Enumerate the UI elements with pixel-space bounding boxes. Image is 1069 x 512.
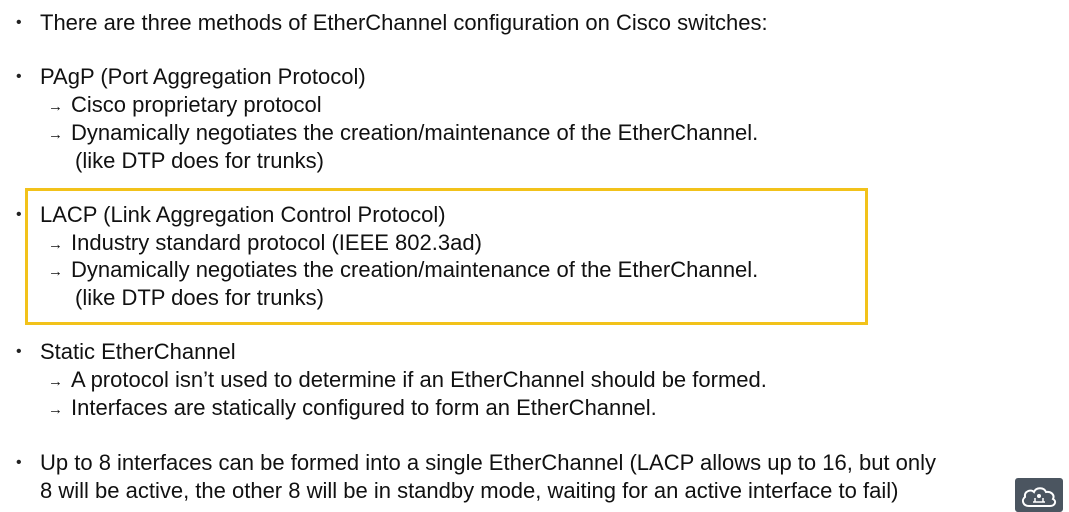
static-point-2-text: Interfaces are statically configured to … — [71, 395, 657, 420]
arrow-icon: → — [48, 373, 63, 390]
lacp-point-1-text: Industry standard protocol (IEEE 802.3ad… — [71, 230, 482, 255]
intro-bullet: • — [16, 14, 22, 31]
arrow-icon: → — [48, 98, 63, 115]
pagp-point-1: → Cisco proprietary protocol — [48, 92, 322, 120]
lacp-point-2: → Dynamically negotiates the creation/mai… — [48, 257, 758, 285]
arrow-icon: → — [48, 401, 63, 418]
pagp-point-1-text: Cisco proprietary protocol — [71, 92, 322, 117]
arrow-icon: → — [48, 236, 63, 253]
lacp-title: LACP (Link Aggregation Control Protocol) — [40, 202, 446, 227]
static-point-1-text: A protocol isn’t used to determine if an… — [71, 367, 767, 392]
pagp-title: PAgP (Port Aggregation Protocol) — [40, 64, 366, 89]
pagp-note: (like DTP does for trunks) — [75, 148, 325, 173]
lacp-point-2-text: Dynamically negotiates the creation/main… — [71, 257, 759, 282]
pagp-point-2-text: Dynamically negotiates the creation/main… — [71, 120, 759, 145]
limit-line-2: 8 will be active, the other 8 will be in… — [40, 478, 899, 503]
limit-bullet: • — [16, 454, 22, 471]
static-bullet: • — [16, 343, 22, 360]
static-point-1: → A protocol isn’t used to determine if a… — [48, 367, 767, 395]
pagp-point-2: → Dynamically negotiates the creation/mai… — [48, 120, 758, 148]
limit-line-1: Up to 8 interfaces can be formed into a … — [40, 450, 937, 475]
lacp-bullet: • — [16, 206, 22, 223]
pagp-bullet: • — [16, 68, 22, 85]
arrow-icon: → — [48, 263, 63, 280]
lacp-note: (like DTP does for trunks) — [75, 285, 325, 310]
static-title: Static EtherChannel — [40, 339, 236, 364]
intro-text: There are three methods of EtherChannel … — [40, 10, 768, 35]
arrow-icon: → — [48, 126, 63, 143]
static-point-2: → Interfaces are statically configured to… — [48, 395, 657, 423]
lacp-point-1: → Industry standard protocol (IEEE 802.3a… — [48, 230, 482, 258]
cloud-network-icon — [1015, 478, 1063, 512]
